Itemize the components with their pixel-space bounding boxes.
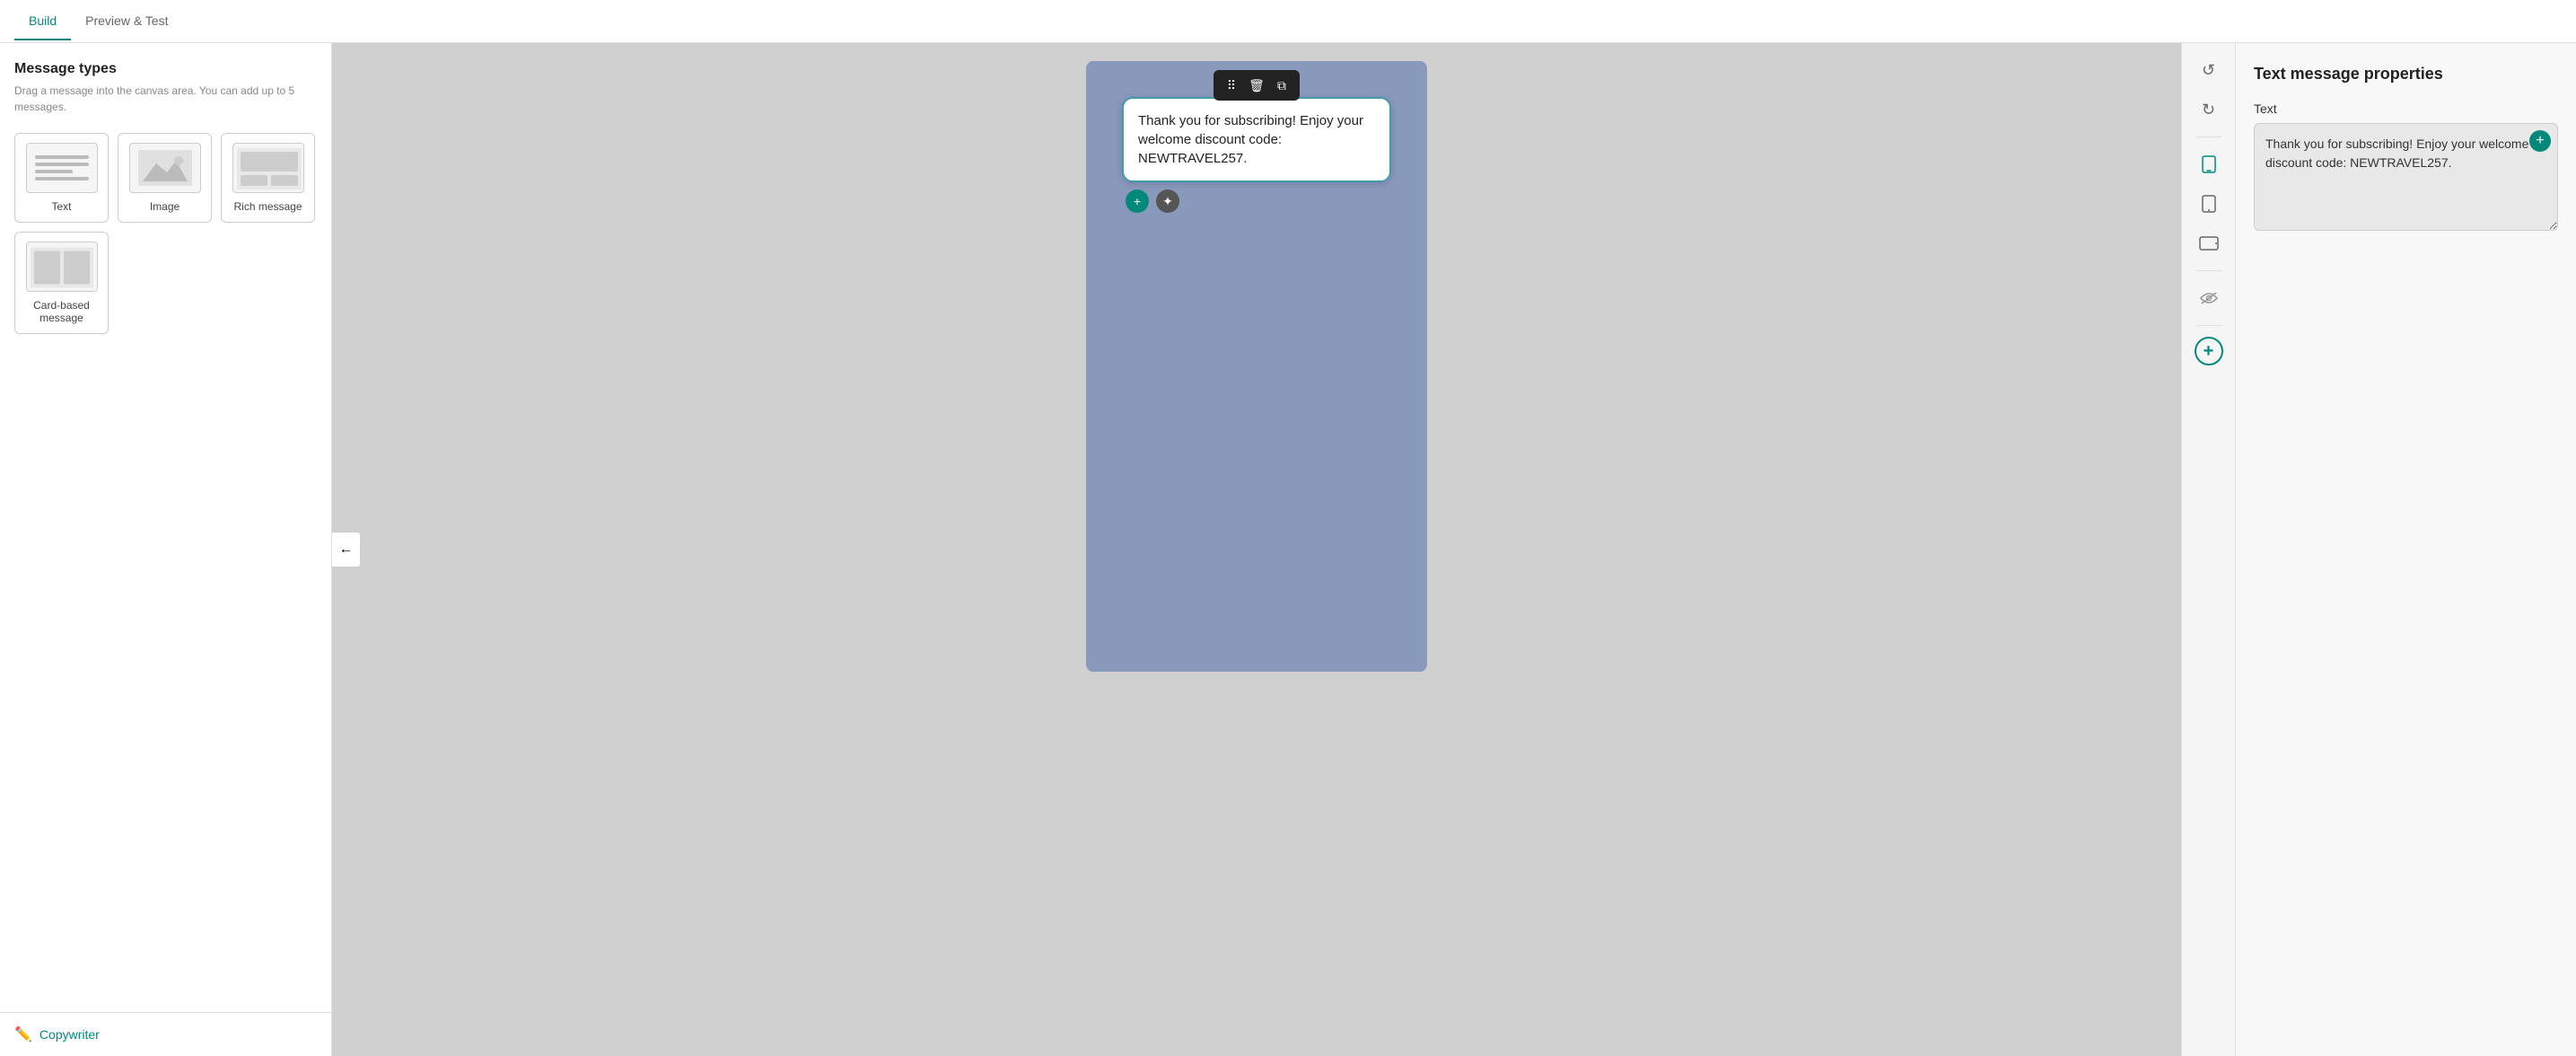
toolbar-divider-2 [2196,270,2221,271]
canvas-area: ← ⠿ 🗑 ⧉ Thank you for subscribing! Enjoy… [332,43,2181,1056]
card-svg [31,247,93,288]
tablet-landscape-icon [2199,236,2219,251]
copywriter-icon: ✏️ [14,1025,32,1043]
message-types-desc: Drag a message into the canvas area. You… [14,83,317,115]
copywriter-button[interactable]: ✏️ Copywriter [0,1012,331,1056]
main-layout: Message types Drag a message into the ca… [0,43,2576,1056]
tablet-landscape-button[interactable] [2193,227,2225,260]
text-lines-decoration [35,152,89,184]
image-type-label: Image [150,200,180,213]
message-types-title: Message types [14,61,317,77]
visibility-toggle-button[interactable] [2193,282,2225,314]
phone-mockup: ⠿ 🗑 ⧉ Thank you for subscribing! Enjoy y… [1086,61,1427,672]
tablet-portrait-icon [2202,195,2216,213]
message-type-card[interactable]: Card-based message [14,232,109,334]
message-type-image[interactable]: Image [118,133,212,223]
text-bubble[interactable]: Thank you for subscribing! Enjoy your we… [1122,97,1391,182]
panel-title: Text message properties [2254,65,2558,84]
text-field-wrapper: + [2254,123,2558,235]
text-line-2 [35,163,89,166]
undo-button[interactable]: ↺ [2193,54,2225,86]
message-types-grid: Text Image [14,133,317,334]
bubble-toolbar: ⠿ 🗑 ⧉ [1214,70,1300,101]
image-type-icon [129,143,201,193]
bubble-add-button[interactable]: + [1126,189,1149,213]
text-line-1 [35,155,89,159]
copy-icon[interactable]: ⧉ [1271,75,1292,96]
mobile-view-button[interactable] [2193,148,2225,180]
left-sidebar: Message types Drag a message into the ca… [0,43,332,1056]
rich-svg [237,148,302,189]
bubble-text-content: Thank you for subscribing! Enjoy your we… [1138,113,1363,166]
text-line-4 [35,177,89,180]
image-svg [138,150,192,186]
mobile-icon [2201,155,2217,173]
move-icon[interactable]: ⠿ [1221,75,1242,96]
add-block-button[interactable]: + [2195,337,2223,365]
card-type-label: Card-based message [24,299,99,324]
collapse-arrow-icon: ← [339,541,354,558]
collapse-sidebar-button[interactable]: ← [332,532,361,568]
copywriter-label: Copywriter [39,1027,100,1042]
toolbar-divider-3 [2196,325,2221,326]
tablet-portrait-button[interactable] [2193,188,2225,220]
image-icon-decoration [138,150,192,186]
tab-build[interactable]: Build [14,3,71,40]
text-bubble-container: Thank you for subscribing! Enjoy your we… [1122,97,1391,213]
tab-preview[interactable]: Preview & Test [71,3,182,40]
right-device-toolbar: ↺ ↻ [2181,43,2235,1056]
message-type-rich[interactable]: Rich message [221,133,315,223]
text-field-label: Text [2254,101,2558,116]
redo-button[interactable]: ↻ [2193,93,2225,126]
rich-icon-decoration [237,148,300,188]
text-type-label: Text [51,200,71,213]
text-line-3 [35,170,73,173]
text-field-input[interactable] [2254,123,2558,231]
eye-icon [2200,291,2218,305]
text-type-icon [26,143,98,193]
properties-panel: Text message properties Text + [2235,43,2576,1056]
bubble-action-bar: + ✦ [1122,189,1391,213]
rich-type-label: Rich message [233,200,302,213]
toolbar-divider-1 [2196,136,2221,137]
top-tab-bar: Build Preview & Test [0,0,2576,43]
sidebar-content: Message types Drag a message into the ca… [0,43,331,1012]
card-icon-decoration [31,247,93,286]
field-add-variable-button[interactable]: + [2529,130,2551,152]
delete-icon[interactable]: 🗑 [1246,75,1267,96]
message-type-text[interactable]: Text [14,133,109,223]
rich-type-icon [232,143,304,193]
card-type-icon [26,242,98,292]
bubble-ai-button[interactable]: ✦ [1156,189,1179,213]
